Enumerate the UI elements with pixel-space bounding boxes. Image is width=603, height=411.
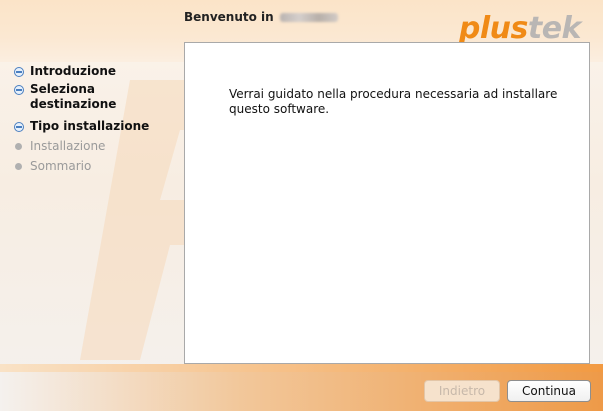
step-active-icon (14, 67, 24, 77)
step-label: Seleziona destinazione (30, 82, 117, 111)
step-label: Tipo installazione (30, 119, 150, 133)
step-pending-icon (15, 163, 22, 170)
step-done-icon (14, 122, 24, 132)
window-title-text: Benvenuto in (184, 10, 274, 24)
footer-bar: Indietro Continua (0, 372, 603, 411)
step-introduzione: Introduzione (0, 64, 178, 79)
step-label: Installazione (30, 139, 106, 153)
intro-message: Verrai guidato nella procedura necessari… (229, 87, 558, 116)
back-button[interactable]: Indietro (424, 380, 500, 402)
footer-divider (0, 364, 603, 372)
content-panel: Verrai guidato nella procedura necessari… (184, 42, 590, 364)
window-title: Benvenuto in (184, 10, 338, 24)
step-sommario: Sommario (0, 159, 178, 174)
step-seleziona-destinazione: Seleziona destinazione (0, 82, 174, 112)
steps-sidebar: Introduzione Seleziona destinazione Tipo… (0, 62, 178, 362)
step-pending-icon (15, 143, 22, 150)
logo-plus: plus (458, 11, 528, 46)
step-installazione: Installazione (0, 139, 178, 154)
continue-button[interactable]: Continua (507, 380, 591, 402)
plustek-logo: plustek (458, 11, 582, 46)
product-name-blurred (279, 13, 338, 22)
logo-tek: tek (527, 11, 582, 46)
step-label: Introduzione (30, 64, 117, 78)
step-label: Sommario (30, 159, 92, 173)
step-tipo-installazione: Tipo installazione (0, 119, 178, 134)
step-done-icon (14, 85, 24, 95)
installer-window: Benvenuto in plustek Introduzione Selezi… (0, 0, 603, 411)
